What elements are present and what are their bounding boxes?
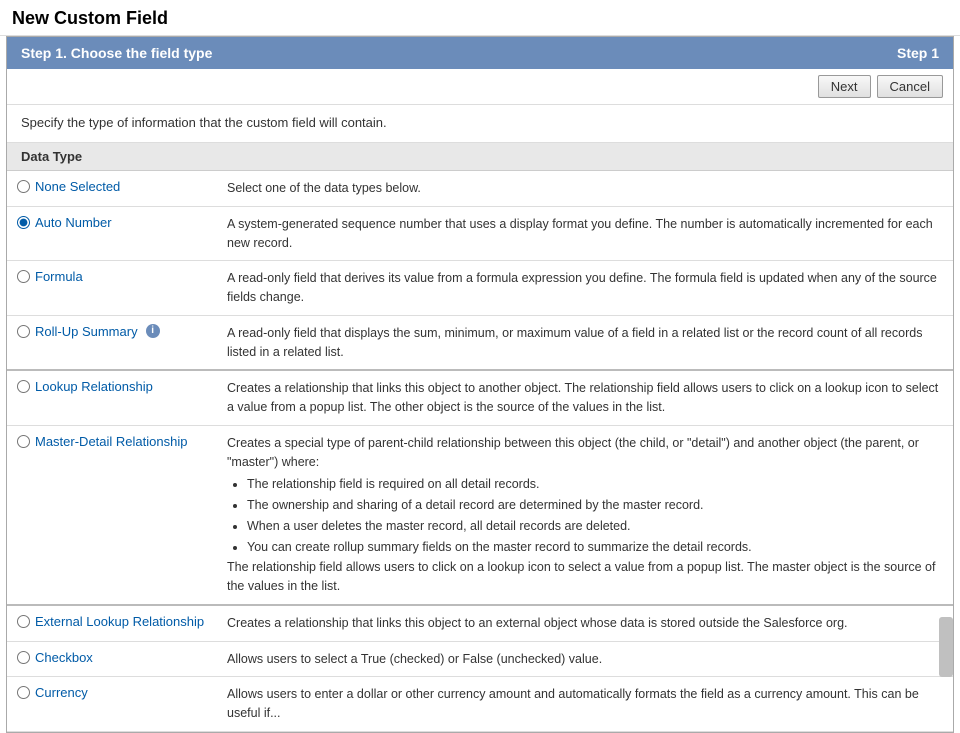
bullet-point: You can create rollup summary fields on … — [247, 538, 943, 557]
scrollbar[interactable] — [939, 617, 953, 677]
field-description: Creates a special type of parent-child r… — [217, 425, 953, 605]
table-row: Checkbox Allows users to select a True (c… — [7, 641, 953, 677]
field-description: A read-only field that displays the sum,… — [217, 315, 953, 370]
field-radio-roll-up-summary[interactable] — [17, 325, 30, 338]
table-row: Master-Detail Relationship Creates a spec… — [7, 425, 953, 605]
field-radio-auto-number[interactable] — [17, 216, 30, 229]
field-radio-none-selected[interactable] — [17, 180, 30, 193]
field-description: Allows users to enter a dollar or other … — [217, 677, 953, 732]
field-description: A read-only field that derives its value… — [217, 261, 953, 316]
cancel-button[interactable]: Cancel — [877, 75, 943, 98]
field-label[interactable]: Checkbox — [35, 650, 93, 665]
field-description: Select one of the data types below. — [217, 171, 953, 206]
bullet-point: The ownership and sharing of a detail re… — [247, 496, 943, 515]
table-row: None Selected Select one of the data type… — [7, 171, 953, 206]
field-radio-checkbox[interactable] — [17, 651, 30, 664]
table-row: Currency Allows users to enter a dollar o… — [7, 677, 953, 732]
field-label[interactable]: Auto Number — [35, 215, 112, 230]
field-label[interactable]: Formula — [35, 269, 83, 284]
field-radio-lookup-relationship[interactable] — [17, 380, 30, 393]
field-label[interactable]: Lookup Relationship — [35, 379, 153, 394]
instruction-text: Specify the type of information that the… — [7, 105, 953, 143]
field-radio-master-detail-relationship[interactable] — [17, 435, 30, 448]
field-description: Allows users to select a True (checked) … — [217, 641, 953, 677]
table-row: External Lookup Relationship Creates a re… — [7, 605, 953, 641]
field-label[interactable]: Currency — [35, 685, 88, 700]
step-header-right: Step 1 — [897, 45, 939, 61]
field-description: A system-generated sequence number that … — [217, 206, 953, 261]
bullet-point: When a user deletes the master record, a… — [247, 517, 943, 536]
info-icon[interactable]: i — [146, 324, 160, 338]
table-row: Auto Number A system-generated sequence n… — [7, 206, 953, 261]
table-row: Lookup Relationship Creates a relationshi… — [7, 370, 953, 425]
toolbar: Next Cancel — [7, 69, 953, 105]
field-label[interactable]: Master-Detail Relationship — [35, 434, 187, 449]
field-radio-external-lookup-relationship[interactable] — [17, 615, 30, 628]
data-type-header: Data Type — [7, 143, 953, 171]
field-label[interactable]: Roll-Up Summary — [35, 324, 138, 339]
next-button[interactable]: Next — [818, 75, 871, 98]
field-table: None Selected Select one of the data type… — [7, 171, 953, 732]
step-header: Step 1. Choose the field type Step 1 — [7, 37, 953, 69]
page-title: New Custom Field — [12, 8, 168, 28]
field-description: Creates a relationship that links this o… — [217, 370, 953, 425]
field-radio-formula[interactable] — [17, 270, 30, 283]
table-row: Formula A read-only field that derives it… — [7, 261, 953, 316]
field-radio-currency[interactable] — [17, 686, 30, 699]
field-label[interactable]: External Lookup Relationship — [35, 614, 204, 629]
field-description: Creates a relationship that links this o… — [217, 605, 953, 641]
step-header-left: Step 1. Choose the field type — [21, 45, 212, 61]
field-label[interactable]: None Selected — [35, 179, 120, 194]
bullet-point: The relationship field is required on al… — [247, 475, 943, 494]
table-row: Roll-Up Summary i A read-only field that d… — [7, 315, 953, 370]
